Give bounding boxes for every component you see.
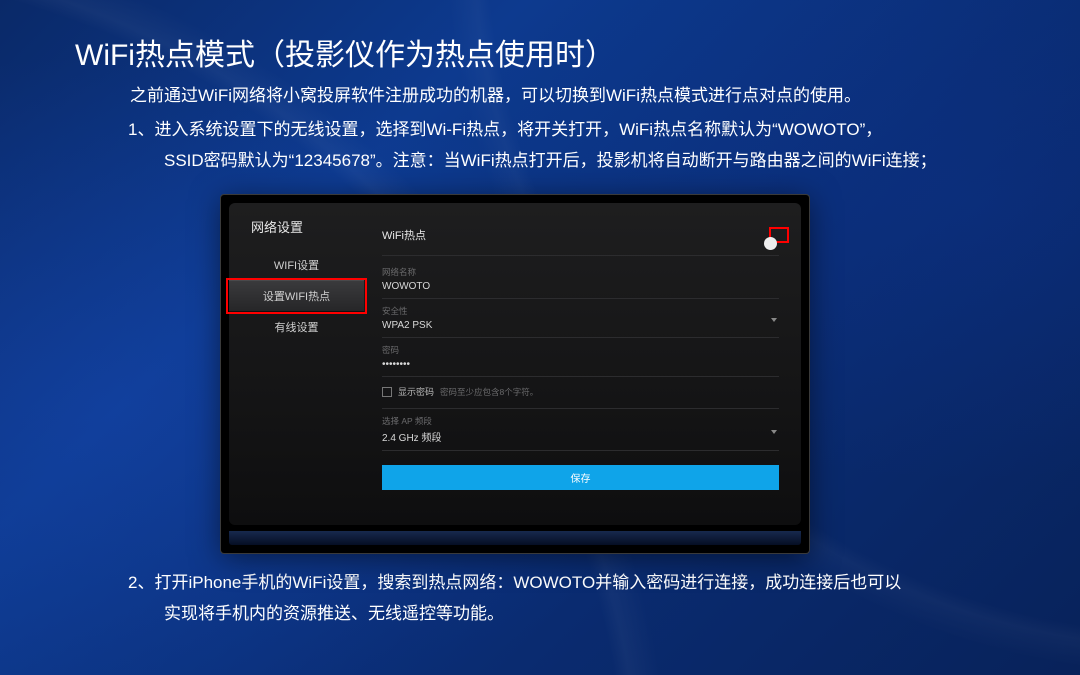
step-2-line-1: 2、打开iPhone手机的WiFi设置，搜索到热点网络：WOWOTO并输入密码进…	[128, 567, 901, 598]
settings-main: WiFi热点 网络名称 WOWOTO 安全性 WPA2 PSK 密码 •••••…	[364, 203, 801, 525]
step-1-line-2: SSID密码默认为“12345678”。注意：当WiFi热点打开后，投影机将自动…	[128, 145, 937, 176]
ap-band-label: 选择 AP 频段	[382, 415, 779, 427]
security-value: WPA2 PSK	[382, 320, 432, 331]
settings-heading: 网络设置	[229, 217, 364, 250]
show-password-label: 显示密码	[398, 385, 434, 398]
security-label: 安全性	[382, 305, 779, 317]
step-2-line-2: 实现将手机内的资源推送、无线遥控等功能。	[128, 598, 901, 629]
show-password-hint: 密码至少应包含8个字符。	[440, 386, 538, 398]
ap-band-value: 2.4 GHz 频段	[382, 433, 441, 444]
step-1-line-1: 1、进入系统设置下的无线设置，选择到Wi-Fi热点，将开关打开，WiFi热点名称…	[128, 114, 937, 145]
field-security[interactable]: 安全性 WPA2 PSK	[382, 299, 779, 338]
chevron-down-icon	[771, 318, 777, 322]
sidebar-item-hotspot[interactable]: 设置WIFI热点	[229, 280, 364, 312]
step-2: 2、打开iPhone手机的WiFi设置，搜索到热点网络：WOWOTO并输入密码进…	[128, 567, 901, 630]
sidebar-item-wifi[interactable]: WIFI设置	[229, 250, 364, 280]
save-button[interactable]: 保存	[382, 465, 779, 490]
intro-text: 之前通过WiFi网络将小窝投屏软件注册成功的机器，可以切换到WiFi热点模式进行…	[130, 83, 861, 109]
password-value: ••••••••	[382, 359, 410, 370]
settings-panel: 网络设置 WIFI设置 设置WIFI热点 有线设置 WiFi热点 网络名称 WO…	[229, 203, 801, 525]
taskbar-strip	[229, 531, 801, 545]
sidebar-item-wired[interactable]: 有线设置	[229, 312, 364, 342]
network-name-label: 网络名称	[382, 266, 779, 278]
step-1: 1、进入系统设置下的无线设置，选择到Wi-Fi热点，将开关打开，WiFi热点名称…	[128, 114, 937, 177]
settings-screenshot: 网络设置 WIFI设置 设置WIFI热点 有线设置 WiFi热点 网络名称 WO…	[221, 195, 809, 553]
password-label: 密码	[382, 344, 779, 356]
show-password-checkbox[interactable]	[382, 387, 392, 397]
field-password[interactable]: 密码 ••••••••	[382, 338, 779, 377]
show-password-row: 显示密码 密码至少应包含8个字符。	[382, 377, 779, 409]
page-title: WiFi热点模式（投影仪作为热点使用时）	[75, 30, 615, 74]
field-network-name[interactable]: 网络名称 WOWOTO	[382, 260, 779, 299]
network-name-value: WOWOTO	[382, 281, 430, 292]
field-ap-band[interactable]: 选择 AP 频段 2.4 GHz 频段	[382, 409, 779, 451]
settings-sidebar: 网络设置 WIFI设置 设置WIFI热点 有线设置	[229, 203, 364, 525]
hotspot-toggle-label: WiFi热点	[382, 227, 426, 243]
hotspot-toggle-row: WiFi热点	[382, 221, 779, 256]
chevron-down-icon	[771, 430, 777, 434]
